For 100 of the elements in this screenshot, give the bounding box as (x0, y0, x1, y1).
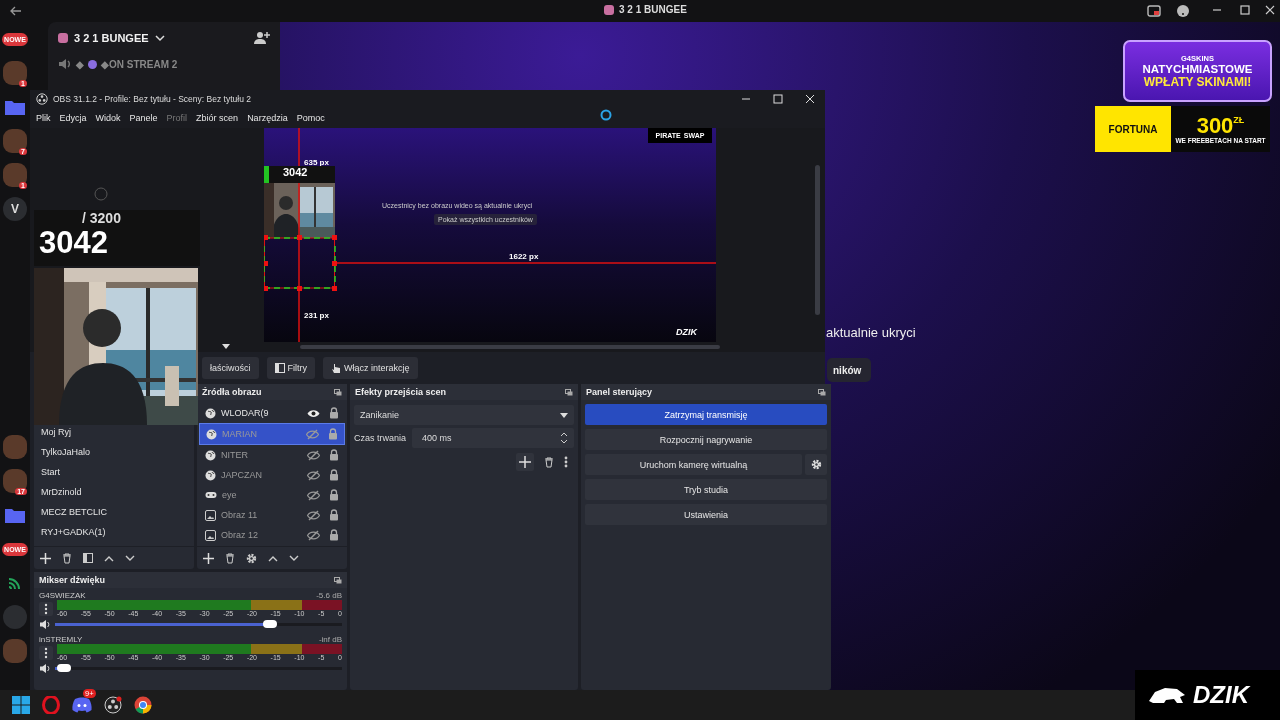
source-item[interactable]: eye (199, 485, 345, 505)
eye-slash-icon[interactable] (307, 489, 320, 501)
channel-name[interactable]: ◆ON STREAM 2 (101, 58, 178, 70)
source-item[interactable]: NITER (199, 445, 345, 465)
start-icon[interactable] (12, 696, 30, 714)
lock-icon[interactable] (329, 509, 339, 521)
loading-icon (94, 187, 108, 201)
control-button[interactable]: Tryb studia (585, 479, 827, 500)
circle-icon (88, 59, 97, 69)
menu-item[interactable]: Panele (129, 113, 158, 123)
more-options-icon[interactable] (39, 601, 53, 616)
scene-item[interactable]: Start (34, 462, 194, 482)
add-button[interactable] (516, 453, 534, 471)
lock-icon[interactable] (329, 489, 339, 501)
folder-icon[interactable] (4, 506, 26, 524)
source-item[interactable]: Obraz 12 (199, 525, 345, 545)
lock-icon[interactable] (329, 469, 339, 481)
scene-item[interactable]: MrDzinold (34, 482, 194, 502)
more-options-icon[interactable] (564, 456, 568, 468)
recorder-icon[interactable] (104, 696, 122, 714)
volume-slider[interactable] (55, 623, 342, 626)
eye-slash-icon[interactable] (307, 529, 320, 541)
filter-icon[interactable] (83, 553, 93, 563)
menu-item[interactable]: Widok (95, 113, 121, 123)
settings-button[interactable] (805, 454, 827, 475)
scrollbar-thumb[interactable] (300, 345, 720, 349)
maximize-icon[interactable] (1239, 4, 1251, 16)
lock-icon[interactable] (329, 529, 339, 541)
menu-item[interactable]: Narzędzia (247, 113, 288, 123)
menu-item[interactable]: Zbiór scen (196, 113, 239, 123)
volume-reading: -inf dB (318, 635, 342, 644)
scene-item[interactable]: RYJ+GADKA(1) (34, 522, 194, 542)
speaker-icon[interactable] (39, 619, 51, 630)
menu-item[interactable]: Edycja (59, 113, 87, 123)
lock-icon[interactable] (329, 449, 339, 461)
lock-icon[interactable] (328, 428, 338, 440)
lock-icon[interactable] (329, 407, 339, 419)
eye-slash-icon[interactable] (307, 449, 320, 461)
brand-logo: DZIK (676, 327, 697, 337)
folder-icon[interactable] (4, 98, 26, 116)
control-button[interactable]: Zatrzymaj transmisję (585, 404, 827, 425)
source-item[interactable]: JAPCZAN (199, 465, 345, 485)
server-name[interactable]: 3 2 1 BUNGEE (74, 32, 149, 44)
currency-text: ZŁ (1233, 114, 1245, 125)
volume-reading: -5.6 dB (316, 591, 342, 600)
transition-dropdown[interactable]: Zanikanie (354, 405, 574, 425)
app-logo-icon (36, 93, 48, 105)
add-icon[interactable] (40, 552, 51, 564)
help-icon[interactable] (1176, 4, 1190, 18)
chat-app-icon[interactable] (72, 697, 92, 713)
undock-icon[interactable] (334, 388, 342, 396)
menu-item[interactable]: Pomoc (296, 113, 325, 123)
ad-headline: WPŁATY SKINAMI! (1143, 74, 1252, 89)
menu-item[interactable]: Plik (36, 113, 51, 123)
undock-icon[interactable] (818, 388, 826, 396)
maximize-icon[interactable] (773, 94, 783, 104)
scrollbar-thumb[interactable] (815, 165, 820, 315)
eye-slash-icon[interactable] (307, 469, 320, 481)
properties-button[interactable]: łaściwości (202, 357, 259, 379)
chevron-icon[interactable] (154, 34, 165, 42)
filters-button[interactable]: Filtry (266, 357, 315, 379)
channel-name: G4SWIEZAK (39, 591, 86, 600)
show-participants-button[interactable]: ników (827, 358, 872, 382)
server-icon[interactable]: V (3, 197, 27, 221)
close-icon[interactable] (805, 94, 815, 104)
scene-item[interactable]: MECZ BETCLIC (34, 502, 194, 522)
trash-icon[interactable] (62, 552, 72, 564)
scene-item[interactable]: TylkoJaHalo (34, 442, 194, 462)
counter-text: 3042 (264, 166, 335, 183)
measurement-label: 635 px (304, 158, 329, 167)
add-icon[interactable] (203, 552, 214, 564)
add-person-icon[interactable] (254, 31, 270, 45)
interact-button[interactable]: Włącz interakcję (323, 357, 418, 379)
eye-slash-icon[interactable] (307, 509, 320, 521)
dropdown-arrow-icon[interactable] (222, 344, 230, 350)
browser-icon[interactable] (134, 696, 152, 714)
slider-thumb[interactable] (263, 620, 278, 628)
control-button[interactable]: Uruchom kamerę wirtualną (585, 454, 802, 475)
settings-icon[interactable] (246, 552, 257, 564)
undock-icon[interactable] (565, 388, 573, 396)
trash-icon[interactable] (225, 552, 235, 564)
slider-thumb[interactable] (56, 664, 71, 672)
control-button[interactable]: Ustawienia (585, 504, 827, 525)
trash-icon[interactable] (544, 456, 554, 468)
server-icon (58, 33, 68, 43)
ad-amount: 300 (1196, 114, 1234, 137)
field-label: Czas trwania (354, 433, 407, 443)
undock-icon[interactable] (334, 576, 342, 584)
back-icon[interactable] (10, 6, 22, 16)
more-options-icon[interactable] (39, 645, 53, 660)
scene-item[interactable]: Moj Ryj (34, 422, 194, 442)
source-item[interactable]: WLODAR(9 (199, 403, 345, 423)
duration-field[interactable]: 400 ms (412, 428, 574, 448)
control-button[interactable]: Rozpocznij nagrywanie (585, 429, 827, 450)
source-item[interactable]: Obraz 11 (199, 505, 345, 525)
eye-icon[interactable] (307, 408, 320, 418)
inbox-icon[interactable] (1147, 4, 1161, 18)
signal-icon[interactable] (7, 575, 23, 591)
close-icon[interactable] (1264, 4, 1276, 16)
speaker-icon[interactable] (39, 663, 51, 674)
